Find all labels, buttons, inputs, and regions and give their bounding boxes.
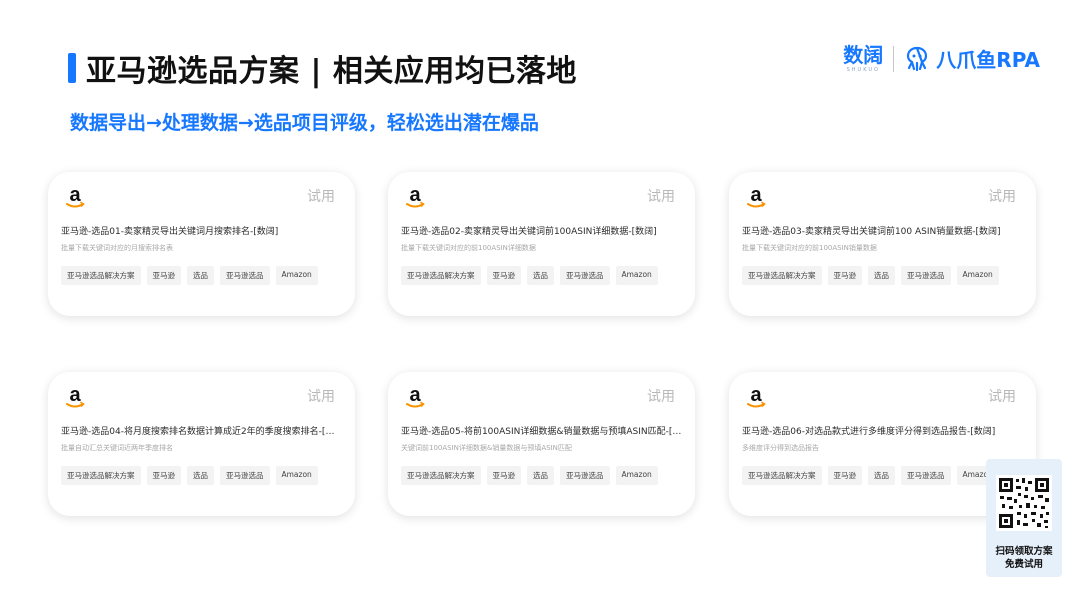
- card-tags: 亚马逊选品解决方案 亚马逊 选品 亚马逊选品 Amazon: [742, 466, 999, 485]
- tag-chip: 亚马逊选品: [560, 466, 610, 485]
- try-button[interactable]: 试用: [307, 186, 335, 206]
- page-title: 亚马逊选品方案 | 相关应用均已落地: [86, 54, 577, 89]
- card-title: 亚马逊-选品02-卖家精灵导出关键词前100ASIN详细数据-[数阔]: [401, 227, 657, 237]
- octopus-icon: [907, 46, 928, 71]
- app-card[interactable]: a 试用 亚马逊-选品04-将月度搜索排名数据计算成近2年的季度搜索排名-[数阔…: [48, 372, 355, 516]
- card-description: 批量下载关键词对应的前100ASIN销量数据: [742, 244, 877, 252]
- tag-chip: 选品: [527, 466, 554, 485]
- amazon-icon: a: [747, 384, 766, 408]
- card-tags: 亚马逊选品解决方案 亚马逊 选品 亚马逊选品 Amazon: [61, 266, 318, 285]
- card-description: 批量自动汇总关键词近两年季度排名: [61, 444, 173, 452]
- tag-chip: 亚马逊: [827, 266, 862, 285]
- tag-chip: 亚马逊: [486, 466, 521, 485]
- card-title: 亚马逊-选品01-卖家精灵导出关键词月搜索排名-[数阔]: [61, 227, 279, 237]
- tag-chip: Amazon: [956, 266, 999, 285]
- page-subtitle: 数据导出→处理数据→选品项目评级，轻松选出潜在爆品: [70, 112, 539, 134]
- shuju-logo-subtext: SHUKUO: [846, 66, 880, 73]
- tag-chip: 亚马逊选品解决方案: [742, 266, 822, 285]
- card-title: 亚马逊-选品06-对选品款式进行多维度评分得到选品报告-[数阔]: [742, 427, 996, 437]
- app-card[interactable]: a 试用 亚马逊-选品03-卖家精灵导出关键词前100 ASIN销量数据-[数阔…: [729, 172, 1036, 316]
- tag-chip: 亚马逊: [486, 266, 521, 285]
- tag-chip: Amazon: [275, 466, 318, 485]
- card-description: 关键词前100ASIN详细数据&销量数据与预填ASIN匹配: [401, 444, 572, 452]
- tag-chip: 亚马逊: [146, 466, 181, 485]
- tag-chip: 亚马逊: [146, 266, 181, 285]
- qr-promo-box[interactable]: 扫码领取方案 免费试用: [986, 459, 1062, 577]
- card-tags: 亚马逊选品解决方案 亚马逊 选品 亚马逊选品 Amazon: [401, 266, 658, 285]
- tag-chip: 亚马逊选品: [220, 266, 270, 285]
- page-header: 亚马逊选品方案 | 相关应用均已落地: [68, 46, 577, 90]
- amazon-icon: a: [406, 384, 425, 408]
- bazhua-logo-text: 八爪鱼RPA: [936, 48, 1040, 72]
- brand-logos: 数阔 SHUKUO 八爪鱼RPA: [843, 44, 1040, 73]
- svg-text:a: a: [750, 184, 762, 206]
- tag-chip: 亚马逊选品: [901, 266, 951, 285]
- tag-chip: 亚马逊选品: [220, 466, 270, 485]
- title-accent-bar: [68, 53, 76, 83]
- tag-chip: 亚马逊选品解决方案: [61, 266, 141, 285]
- app-card[interactable]: a 试用 亚马逊-选品02-卖家精灵导出关键词前100ASIN详细数据-[数阔]…: [388, 172, 695, 316]
- tag-chip: Amazon: [615, 266, 658, 285]
- tag-chip: 选品: [868, 266, 895, 285]
- tag-chip: 亚马逊选品解决方案: [742, 466, 822, 485]
- card-tags: 亚马逊选品解决方案 亚马逊 选品 亚马逊选品 Amazon: [61, 466, 318, 485]
- logo-divider: [893, 45, 895, 72]
- tag-chip: 选品: [187, 466, 214, 485]
- tag-chip: 选品: [868, 466, 895, 485]
- tag-chip: 亚马逊选品: [901, 466, 951, 485]
- tag-chip: Amazon: [615, 466, 658, 485]
- app-card[interactable]: a 试用 亚马逊-选品01-卖家精灵导出关键词月搜索排名-[数阔] 批量下载关键…: [48, 172, 355, 316]
- app-card[interactable]: a 试用 亚马逊-选品05-将前100ASIN详细数据&销量数据与预填ASIN匹…: [388, 372, 695, 516]
- svg-text:a: a: [750, 384, 762, 406]
- tag-chip: 亚马逊选品: [560, 266, 610, 285]
- card-description: 批量下载关键词对应的前100ASIN详细数据: [401, 244, 536, 252]
- try-button[interactable]: 试用: [647, 386, 675, 406]
- qr-caption: 扫码领取方案 免费试用: [986, 545, 1062, 571]
- svg-text:a: a: [69, 184, 81, 206]
- tag-chip: 选品: [187, 266, 214, 285]
- try-button[interactable]: 试用: [647, 186, 675, 206]
- qr-code-icon: [996, 475, 1052, 531]
- tag-chip: Amazon: [275, 266, 318, 285]
- card-description: 多维度评分得到选品报告: [742, 444, 819, 452]
- card-title: 亚马逊-选品03-卖家精灵导出关键词前100 ASIN销量数据-[数阔]: [742, 227, 1001, 237]
- tag-chip: 亚马逊选品解决方案: [401, 466, 481, 485]
- svg-text:a: a: [69, 384, 81, 406]
- try-button[interactable]: 试用: [988, 386, 1016, 406]
- try-button[interactable]: 试用: [988, 186, 1016, 206]
- card-tags: 亚马逊选品解决方案 亚马逊 选品 亚马逊选品 Amazon: [742, 266, 999, 285]
- amazon-icon: a: [66, 184, 85, 208]
- card-title: 亚马逊-选品04-将月度搜索排名数据计算成近2年的季度搜索排名-[数阔]: [61, 427, 343, 437]
- shuju-logo: 数阔 SHUKUO: [843, 45, 883, 73]
- amazon-icon: a: [66, 384, 85, 408]
- shuju-logo-text: 数阔: [843, 42, 884, 67]
- tag-chip: 选品: [527, 266, 554, 285]
- qr-caption-line2: 免费试用: [1004, 559, 1043, 570]
- tag-chip: 亚马逊选品解决方案: [401, 266, 481, 285]
- amazon-icon: a: [747, 184, 766, 208]
- amazon-icon: a: [406, 184, 425, 208]
- svg-text:a: a: [409, 184, 421, 206]
- tag-chip: 亚马逊选品解决方案: [61, 466, 141, 485]
- tag-chip: 亚马逊: [827, 466, 862, 485]
- qr-caption-line1: 扫码领取方案: [995, 546, 1053, 557]
- card-tags: 亚马逊选品解决方案 亚马逊 选品 亚马逊选品 Amazon: [401, 466, 658, 485]
- svg-text:a: a: [409, 384, 421, 406]
- try-button[interactable]: 试用: [307, 386, 335, 406]
- card-title: 亚马逊-选品05-将前100ASIN详细数据&销量数据与预填ASIN匹配-[数阔…: [401, 427, 683, 437]
- card-description: 批量下载关键词对应的月搜索排名表: [61, 244, 173, 252]
